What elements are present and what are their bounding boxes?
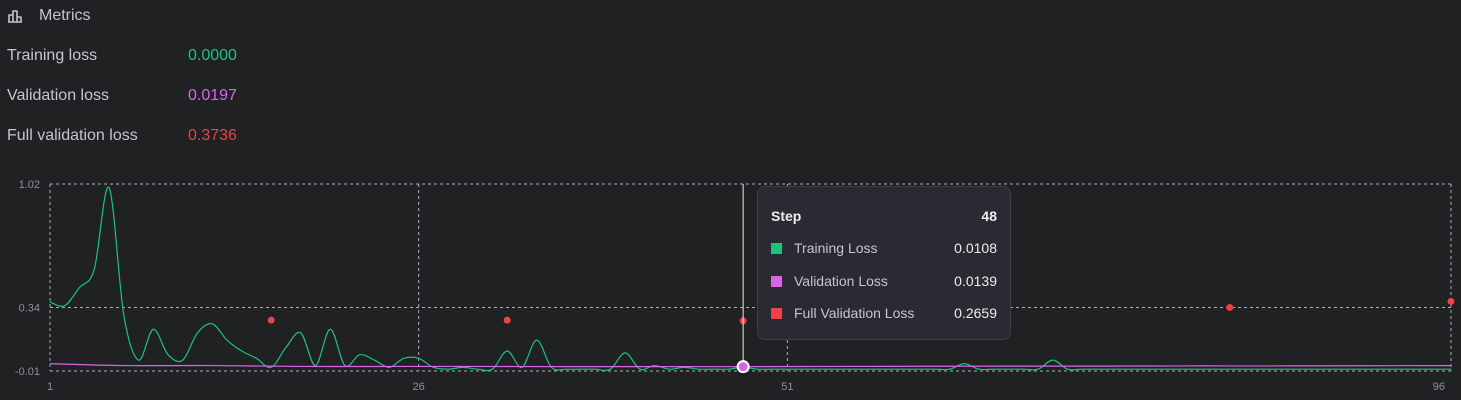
y-tick-label: 0.34 [19,302,40,314]
full-validation-loss-label: Full validation loss [7,127,138,144]
metric-row-validation-loss: Validation loss 0.0197 [7,86,237,106]
tooltip-validation-row: Validation Loss 0.0139 [771,273,997,289]
tooltip-training-value: 0.0108 [954,240,997,256]
tooltip-full-validation-label: Full Validation Loss [794,305,915,321]
metric-row-training-loss: Training loss 0.0000 [7,46,237,66]
tooltip-validation-value: 0.0139 [954,273,997,289]
full-validation-loss-point [1226,303,1234,311]
x-tick-label: 96 [1433,381,1445,393]
tooltip-full-validation-row: Full Validation Loss 0.2659 [771,305,997,321]
tooltip-validation-label: Validation Loss [794,273,888,289]
validation-loss-value: 0.0197 [188,87,237,104]
x-tick-label: 51 [781,381,793,393]
x-tick-label: 1 [47,381,53,393]
full-validation-loss-point [1447,297,1455,305]
tooltip-training-label: Training Loss [794,240,878,256]
tooltip-training-row: Training Loss 0.0108 [771,240,997,256]
bar-chart-icon [7,8,25,24]
y-tick-label: 1.02 [19,179,40,191]
y-tick-label: -0.01 [15,366,40,378]
validation-loss-label: Validation loss [7,87,109,104]
training-loss-value: 0.0000 [188,47,237,64]
full-validation-loss-value: 0.3736 [188,127,237,144]
loss-chart[interactable]: 1.02 0.34 -0.01 1 26 51 96 [0,170,1461,400]
chart-tooltip: Step 48 Training Loss 0.0108 Validation … [757,186,1011,340]
hover-marker [736,360,750,374]
metrics-header: Metrics [7,5,91,27]
full-validation-loss-swatch [771,307,782,319]
training-loss-line [49,187,1451,372]
full-validation-loss-point [503,316,511,324]
validation-loss-swatch [771,275,782,287]
tooltip-full-validation-value: 0.2659 [954,305,997,321]
training-loss-label: Training loss [7,47,98,64]
tooltip-step-label: Step [771,208,802,224]
full-validation-loss-point [267,316,275,324]
tooltip-step-row: Step 48 [771,208,997,224]
training-loss-swatch [771,242,782,254]
metric-row-full-validation-loss: Full validation loss 0.3736 [7,126,237,146]
x-tick-label: 26 [413,381,425,393]
metrics-title: Metrics [39,7,91,24]
tooltip-step-value: 48 [981,208,997,224]
validation-loss-line [49,363,1452,368]
